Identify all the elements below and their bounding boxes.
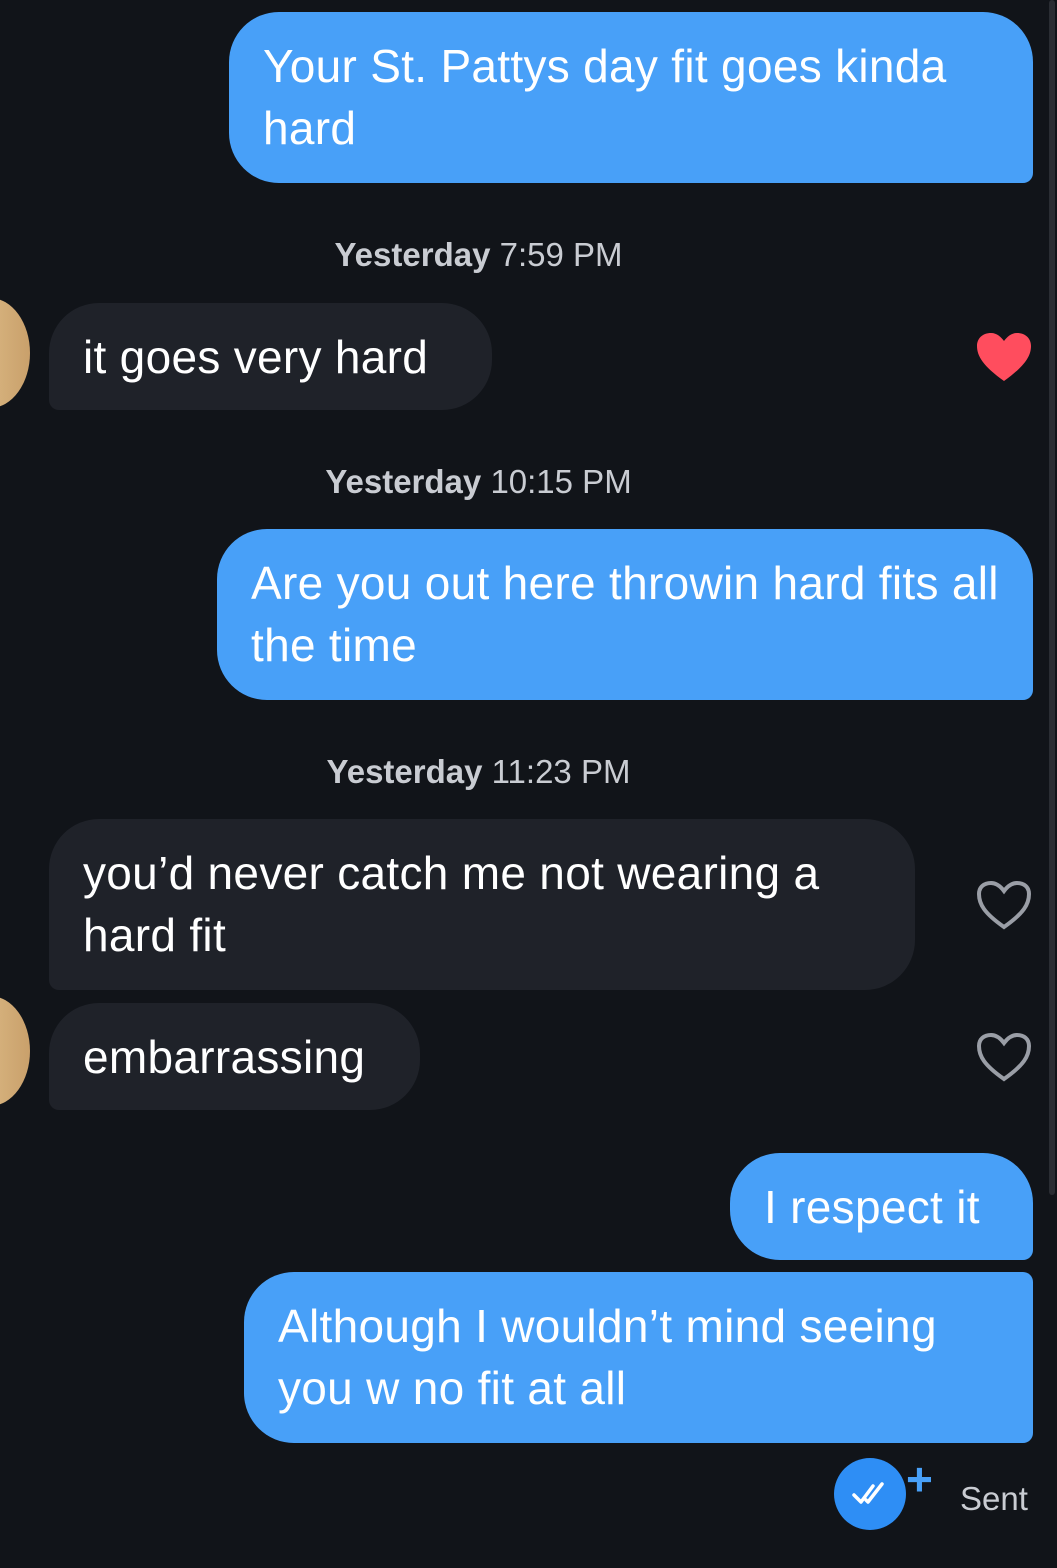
timestamp-time: 11:23 PM xyxy=(491,753,631,790)
contact-avatar[interactable] xyxy=(0,298,30,408)
heart-outline-icon[interactable] xyxy=(975,879,1033,931)
timestamp-time: 7:59 PM xyxy=(499,236,623,273)
message-bubble-outgoing[interactable]: I respect it xyxy=(730,1153,1033,1260)
message-text: embarrassing xyxy=(83,1031,366,1083)
message-timestamp: Yesterday 7:59 PM xyxy=(0,236,957,274)
message-bubble-outgoing[interactable]: Although I wouldn’t mind seeing you w no… xyxy=(244,1272,1033,1443)
heart-liked-icon[interactable] xyxy=(975,331,1033,383)
message-text: Your St. Pattys day fit goes kinda hard xyxy=(263,40,947,154)
double-check-icon xyxy=(834,1458,906,1530)
timestamp-day: Yesterday xyxy=(325,463,482,500)
timestamp-day: Yesterday xyxy=(334,236,491,273)
message-bubble-outgoing[interactable]: Your St. Pattys day fit goes kinda hard xyxy=(229,12,1033,183)
timestamp-day: Yesterday xyxy=(326,753,483,790)
message-bubble-outgoing[interactable]: Are you out here throwin hard fits all t… xyxy=(217,529,1033,700)
message-timestamp: Yesterday 10:15 PM xyxy=(0,463,957,501)
heart-outline-icon[interactable] xyxy=(975,1031,1033,1083)
scrollbar[interactable] xyxy=(1049,0,1055,1195)
message-bubble-incoming[interactable]: it goes very hard xyxy=(49,303,492,410)
message-timestamp: Yesterday 11:23 PM xyxy=(0,753,957,791)
message-text: it goes very hard xyxy=(83,331,429,383)
timestamp-time: 10:15 PM xyxy=(490,463,632,500)
chat-screen: Your St. Pattys day fit goes kinda hard … xyxy=(0,0,1057,1568)
message-bubble-incoming[interactable]: embarrassing xyxy=(49,1003,420,1110)
sent-status-label: Sent xyxy=(960,1480,1028,1517)
message-text: Are you out here throwin hard fits all t… xyxy=(251,557,999,671)
plus-icon[interactable]: + xyxy=(906,1456,933,1502)
message-bubble-incoming[interactable]: you’d never catch me not wearing a hard … xyxy=(49,819,915,990)
message-text: you’d never catch me not wearing a hard … xyxy=(83,847,820,961)
message-text: I respect it xyxy=(764,1181,980,1233)
contact-avatar[interactable] xyxy=(0,996,30,1106)
message-text: Although I wouldn’t mind seeing you w no… xyxy=(278,1300,937,1414)
